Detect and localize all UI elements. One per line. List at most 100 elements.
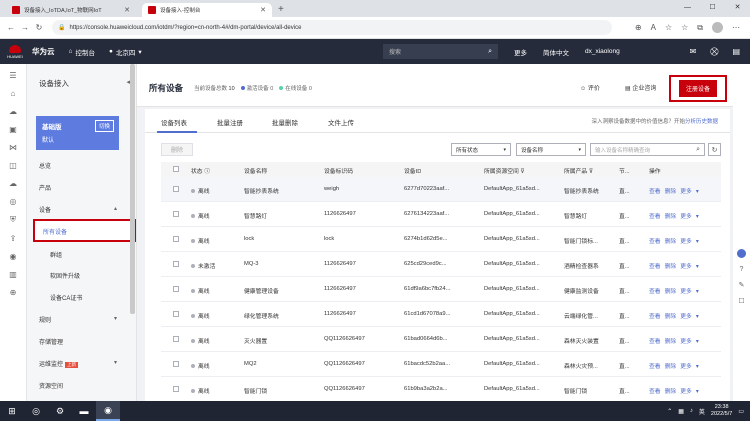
bookmark-star-icon[interactable]: ☆: [665, 23, 672, 32]
tab-batch-delete[interactable]: 批量删除: [272, 117, 298, 127]
view-action[interactable]: 查看: [649, 289, 661, 295]
row-checkbox[interactable]: [173, 286, 179, 292]
cell-identifier[interactable]: QQ1126626497: [324, 361, 365, 367]
url-field[interactable]: 🔒 https://console.huaweicloud.com/iotdm/…: [52, 20, 612, 35]
forward-icon[interactable]: →: [18, 23, 32, 32]
cell-identifier[interactable]: 1126626497: [324, 211, 356, 217]
maximize-icon[interactable]: ☐: [700, 0, 725, 14]
delete-action[interactable]: 删除: [665, 289, 677, 295]
language-selector[interactable]: 简体中文: [543, 47, 569, 57]
row-checkbox[interactable]: [173, 261, 179, 267]
more-action[interactable]: 更多: [680, 189, 692, 195]
user-menu[interactable]: dx_xiaolong: [585, 48, 620, 55]
tab-batch-register[interactable]: 批量注册: [217, 117, 243, 127]
collections-icon[interactable]: ⧉: [697, 23, 703, 33]
delete-action[interactable]: 删除: [665, 389, 677, 395]
more-action[interactable]: 更多: [680, 389, 692, 395]
filter-icon[interactable]: ⊽: [520, 169, 524, 175]
more-action[interactable]: 更多: [680, 264, 692, 270]
delete-button[interactable]: 删除: [161, 143, 193, 156]
sidebar-item-groups[interactable]: 群组: [50, 250, 62, 259]
cell-identifier[interactable]: weigh: [324, 186, 339, 192]
sidebar-item-products[interactable]: 产品: [39, 183, 51, 192]
profile-avatar[interactable]: [712, 22, 723, 33]
cell-identifier[interactable]: 1126626497: [324, 261, 356, 267]
more-action[interactable]: 更多: [680, 289, 692, 295]
consult-link[interactable]: ▤ 企业咨询: [625, 83, 656, 92]
sidebar-item-ca-cert[interactable]: 设备CA证书: [50, 293, 82, 302]
home-icon[interactable]: ⌂: [11, 89, 16, 98]
table-row[interactable]: 离线 智慧路灯 1126626497 6276134223aaf... DefaultA…: [161, 202, 721, 227]
new-tab-icon[interactable]: +: [278, 4, 284, 15]
sidebar-item-storage[interactable]: 存储管理: [39, 337, 63, 346]
globe-icon[interactable]: ⊕: [10, 288, 17, 297]
refresh-icon[interactable]: ↻: [708, 143, 721, 156]
cloud-icon[interactable]: ☁: [9, 179, 17, 188]
table-row[interactable]: 未激活 MQ-3 1126626497 625cd29ced9c... DefaultA…: [161, 252, 721, 277]
field-filter-select[interactable]: 设备名称 ▾: [516, 143, 586, 156]
row-checkbox[interactable]: [173, 386, 179, 392]
help-icon[interactable]: ⓘ: [204, 169, 210, 175]
sidebar-item-ops[interactable]: 运维监控 上新 ▾: [39, 359, 129, 368]
console-link[interactable]: ⌂ 控制台: [69, 47, 95, 57]
volume-icon[interactable]: ♪: [690, 408, 693, 414]
cell-identifier[interactable]: 1126626497: [324, 286, 356, 292]
register-device-button[interactable]: 注册设备: [678, 80, 717, 97]
rating-link[interactable]: ☺ 评价: [580, 83, 600, 92]
region-selector[interactable]: ● 北京四 ▾: [109, 47, 142, 57]
analysis-link[interactable]: 分析历史数据: [685, 119, 718, 125]
view-action[interactable]: 查看: [649, 214, 661, 220]
clock[interactable]: 23:38 2022/5/7: [711, 404, 732, 418]
filter-icon[interactable]: ⊽: [589, 169, 593, 175]
database-icon[interactable]: ◉: [10, 252, 17, 261]
help-circle-icon[interactable]: ?: [740, 266, 744, 273]
chart-icon[interactable]: ▥: [9, 270, 17, 279]
sidebar-item-all-devices[interactable]: 所有设备: [33, 219, 136, 242]
view-action[interactable]: 查看: [649, 189, 661, 195]
file-explorer-icon[interactable]: ▬: [72, 401, 96, 421]
assistant-icon[interactable]: [737, 249, 746, 258]
minimize-icon[interactable]: —: [675, 0, 700, 14]
huawei-logo[interactable]: HUAWEI: [0, 44, 30, 59]
global-search-input[interactable]: 搜索 ⌕: [383, 44, 498, 59]
delete-action[interactable]: 删除: [665, 314, 677, 320]
close-tab-icon[interactable]: ✕: [260, 6, 266, 14]
network-tray-icon[interactable]: ▦: [678, 408, 684, 415]
search-icon[interactable]: ⌕: [488, 48, 492, 56]
cart-icon[interactable]: ⛒: [710, 47, 718, 57]
browser-tab-1[interactable]: 设备接入_IoTDA,IoT_物联网IoT ✕: [6, 3, 136, 17]
view-action[interactable]: 查看: [649, 239, 661, 245]
cell-identifier[interactable]: lock: [324, 236, 334, 242]
more-action[interactable]: 更多: [680, 214, 692, 220]
feedback-icon[interactable]: ☐: [738, 297, 744, 305]
favorites-icon[interactable]: ☆: [681, 23, 688, 32]
cell-identifier[interactable]: QQ1126626497: [324, 386, 365, 392]
brand-name[interactable]: 华为云: [32, 46, 55, 57]
row-checkbox[interactable]: [173, 186, 179, 192]
edge-app-icon[interactable]: ◎: [24, 401, 48, 421]
table-row[interactable]: 离线 lock lock 6274b1d62d5e... DefaultApp_61a5…: [161, 227, 721, 252]
table-row[interactable]: 离线 智能门锁 QQ1126626497 61b9ba3a2b2a... Default…: [161, 377, 721, 402]
order-icon[interactable]: ▤: [732, 47, 740, 56]
instance-switch-button[interactable]: 切换: [94, 120, 114, 132]
browser-tab-2[interactable]: 设备接入-控制台 ✕: [142, 3, 272, 17]
cell-identifier[interactable]: 1126626497: [324, 311, 356, 317]
ime-indicator[interactable]: 英: [699, 407, 705, 416]
hamburger-menu-icon[interactable]: ☰: [9, 71, 16, 80]
view-action[interactable]: 查看: [649, 264, 661, 270]
edit-icon[interactable]: ✎: [739, 281, 745, 289]
settings-app-icon[interactable]: ⚙: [48, 401, 72, 421]
zoom-icon[interactable]: ⊕: [635, 23, 642, 32]
row-checkbox[interactable]: [173, 311, 179, 317]
delete-action[interactable]: 删除: [665, 214, 677, 220]
delete-action[interactable]: 删除: [665, 189, 677, 195]
sidebar-item-overview[interactable]: 总览: [39, 161, 51, 170]
more-action[interactable]: 更多: [680, 339, 692, 345]
view-action[interactable]: 查看: [649, 339, 661, 345]
row-checkbox[interactable]: [173, 336, 179, 342]
cloud-icon[interactable]: ☁: [9, 107, 17, 116]
windows-start-icon[interactable]: ⊞: [0, 401, 24, 421]
server-icon[interactable]: ▣: [9, 125, 17, 134]
delete-action[interactable]: 删除: [665, 239, 677, 245]
tray-chevron-icon[interactable]: ⌃: [667, 408, 672, 415]
